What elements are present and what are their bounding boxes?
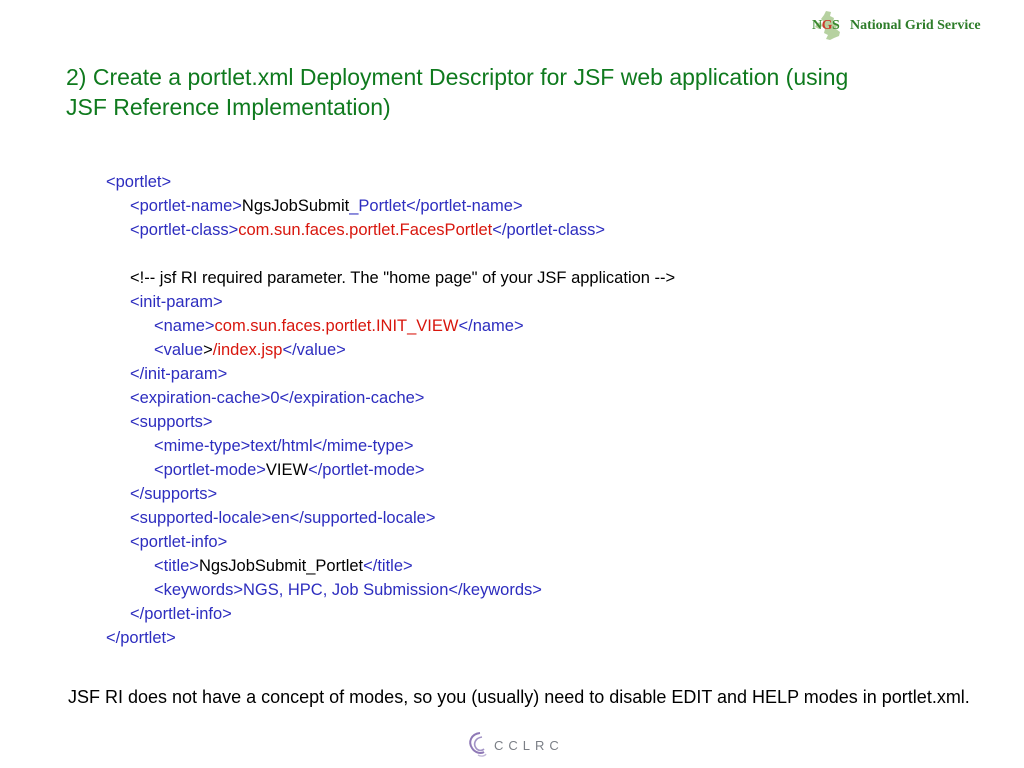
code-line: <portlet-name>NgsJobSubmit_Portlet</port… bbox=[130, 197, 523, 215]
cclrc-swirl-icon bbox=[469, 732, 487, 757]
code-line: <name>com.sun.faces.portlet.INIT_VIEW</n… bbox=[154, 317, 524, 335]
cclrc-text: CCLRC bbox=[494, 737, 564, 753]
code-line: </portlet> bbox=[106, 629, 176, 647]
code-line: <portlet> bbox=[106, 173, 172, 191]
code-line: </portlet-info> bbox=[130, 605, 232, 623]
slide-note: JSF RI does not have a concept of modes,… bbox=[68, 687, 970, 707]
code-line: <mime-type>text/html</mime-type> bbox=[154, 437, 414, 455]
ngs-abbreviation: NGS bbox=[812, 18, 840, 33]
code-line: </init-param> bbox=[130, 365, 228, 383]
code-line: <portlet-mode>VIEW</portlet-mode> bbox=[154, 461, 425, 479]
slide-title: 2) Create a portlet.xml Deployment Descr… bbox=[66, 64, 849, 120]
code-line: <portlet-class>com.sun.faces.portlet.Fac… bbox=[130, 221, 606, 239]
portlet-xml-code: <portlet> <portlet-name>NgsJobSubmit_Por… bbox=[106, 170, 675, 650]
code-line: <keywords>NGS, HPC, Job Submission</keyw… bbox=[154, 581, 542, 599]
ngs-full-name: National Grid Service bbox=[850, 18, 981, 33]
code-line: <title>NgsJobSubmit_Portlet</title> bbox=[154, 557, 413, 575]
code-line: <expiration-cache>0</expiration-cache> bbox=[130, 389, 425, 407]
cclrc-logo: CCLRC bbox=[466, 728, 564, 762]
code-line: <portlet-info> bbox=[130, 533, 228, 551]
code-line: <init-param> bbox=[130, 293, 223, 311]
ngs-logo: NGS National Grid Service bbox=[812, 8, 1017, 44]
code-line: </supports> bbox=[130, 485, 218, 503]
code-line: <supported-locale>en</supported-locale> bbox=[130, 509, 436, 527]
code-line: <supports> bbox=[130, 413, 213, 431]
code-line: <!-- jsf RI required parameter. The "hom… bbox=[130, 269, 676, 287]
code-line: <value>/index.jsp</value> bbox=[154, 341, 346, 359]
